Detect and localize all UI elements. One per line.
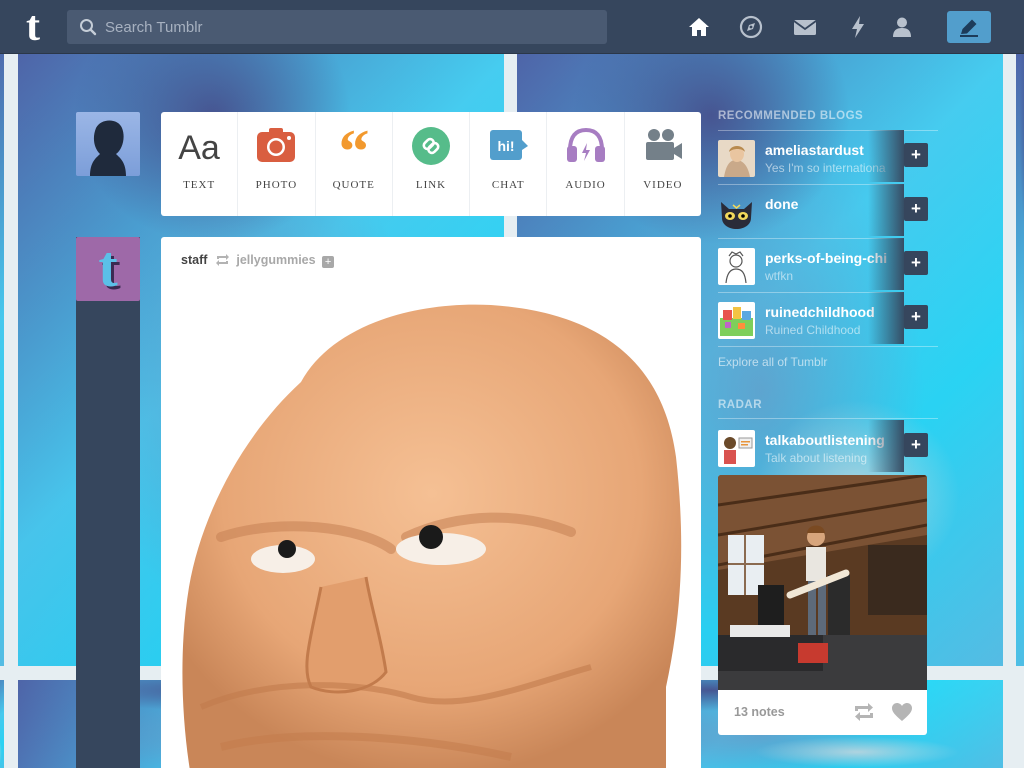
search-box[interactable] — [67, 10, 607, 44]
blog-row-fade — [868, 130, 904, 182]
recommended-blog-row[interactable]: ruinedchildhood Ruined Childhood + — [718, 292, 938, 344]
background-tile — [1016, 54, 1024, 666]
blog-row-fade — [868, 420, 904, 472]
recommended-blogs-title: RECOMMENDED BLOGS — [718, 110, 864, 122]
plus-icon: + — [904, 143, 928, 167]
pencil-icon — [960, 19, 978, 37]
recommended-blog-row[interactable]: perks-of-being-chi wtfkn + — [718, 238, 938, 290]
post-type-text[interactable]: Aa TEXT — [161, 112, 239, 216]
blog-avatar — [718, 248, 755, 285]
like-icon[interactable] — [891, 702, 913, 727]
post-type-label: CHAT — [491, 179, 525, 191]
radar-title: RADAR — [718, 399, 763, 411]
video-icon — [639, 126, 687, 166]
search-input[interactable] — [105, 10, 600, 44]
section-divider — [718, 418, 938, 419]
reblog-source[interactable]: jellygummies — [236, 253, 315, 267]
tumblr-logo[interactable]: t — [16, 6, 50, 48]
post-type-audio[interactable]: AUDIO — [547, 112, 625, 216]
post-author[interactable]: staff — [181, 253, 207, 267]
post-type-label: VIDEO — [643, 179, 683, 191]
post-type-chooser: Aa TEXT PHOTO “ QUOTE LINK hi! CHAT AUDI… — [161, 112, 701, 216]
audio-icon — [562, 126, 610, 166]
post-type-label: AUDIO — [565, 179, 606, 191]
blog-avatar — [718, 430, 755, 467]
plus-icon: + — [904, 433, 928, 457]
post-type-quote[interactable]: “ QUOTE — [316, 112, 393, 216]
radar-blog-row[interactable]: talkaboutlistening Talk about listening … — [718, 420, 938, 472]
plus-icon: + — [904, 305, 928, 329]
chat-icon: hi! — [484, 126, 532, 166]
follow-blog-button[interactable]: + — [904, 184, 938, 236]
photo-icon — [252, 126, 300, 166]
post-type-label: TEXT — [183, 179, 216, 191]
quote-icon: “ — [330, 118, 378, 186]
reblog-icon — [215, 253, 230, 270]
blog-row-fade — [868, 292, 904, 344]
post-type-label: QUOTE — [332, 179, 375, 191]
section-divider — [718, 346, 938, 347]
staff-avatar-logo: t — [98, 237, 118, 299]
account-icon[interactable] — [889, 14, 915, 40]
user-avatar[interactable] — [76, 112, 140, 176]
follow-blog-button[interactable]: + — [904, 420, 938, 472]
reblog-icon[interactable] — [853, 702, 875, 727]
background-tile — [0, 54, 4, 666]
blog-avatar — [718, 194, 755, 231]
text-icon: Aa — [175, 126, 223, 167]
post-image[interactable] — [161, 287, 701, 768]
home-icon[interactable] — [686, 14, 712, 40]
post-type-photo[interactable]: PHOTO — [238, 112, 316, 216]
post-type-label: LINK — [415, 179, 447, 191]
follow-blog-button[interactable]: + — [904, 130, 938, 182]
compose-button[interactable] — [947, 11, 991, 43]
inbox-icon[interactable] — [792, 14, 818, 40]
plus-icon: + — [904, 197, 928, 221]
activity-icon[interactable] — [845, 14, 871, 40]
radar-post-footer: 13 notes — [718, 690, 927, 735]
follow-source-button[interactable]: + — [322, 256, 335, 268]
explore-icon[interactable] — [738, 14, 764, 40]
svg-text:Aa: Aa — [178, 129, 220, 166]
follow-blog-button[interactable]: + — [904, 292, 938, 344]
recommended-blog-row[interactable]: ameliastardust Yes I'm so internationa + — [718, 130, 938, 182]
plus-icon: + — [904, 251, 928, 275]
follow-blog-button[interactable]: + — [904, 238, 938, 290]
background-tile — [0, 680, 4, 768]
post-notes-count[interactable]: 13 notes — [734, 705, 785, 719]
link-icon — [407, 126, 455, 166]
post-type-label: PHOTO — [255, 179, 298, 191]
staff-avatar[interactable]: t — [76, 237, 140, 301]
svg-text:hi!: hi! — [498, 138, 515, 154]
blog-avatar — [718, 302, 755, 339]
post-type-link[interactable]: LINK — [393, 112, 471, 216]
blog-row-fade — [868, 184, 904, 236]
top-navigation: t — [0, 0, 1024, 54]
recommended-blog-row[interactable]: done + — [718, 184, 938, 236]
blog-row-fade — [868, 238, 904, 290]
radar-post: 13 notes — [718, 475, 927, 735]
blog-avatar — [718, 140, 755, 177]
post-header: staff jellygummies + — [181, 253, 335, 270]
dashboard-post: staff jellygummies + — [161, 237, 701, 768]
post-avatar-column — [76, 237, 140, 768]
svg-text:“: “ — [338, 126, 369, 166]
post-type-video[interactable]: VIDEO — [625, 112, 701, 216]
search-icon — [79, 18, 97, 41]
radar-post-image[interactable] — [718, 475, 927, 690]
explore-link[interactable]: Explore all of Tumblr — [718, 355, 827, 369]
post-type-chat[interactable]: hi! CHAT — [470, 112, 548, 216]
